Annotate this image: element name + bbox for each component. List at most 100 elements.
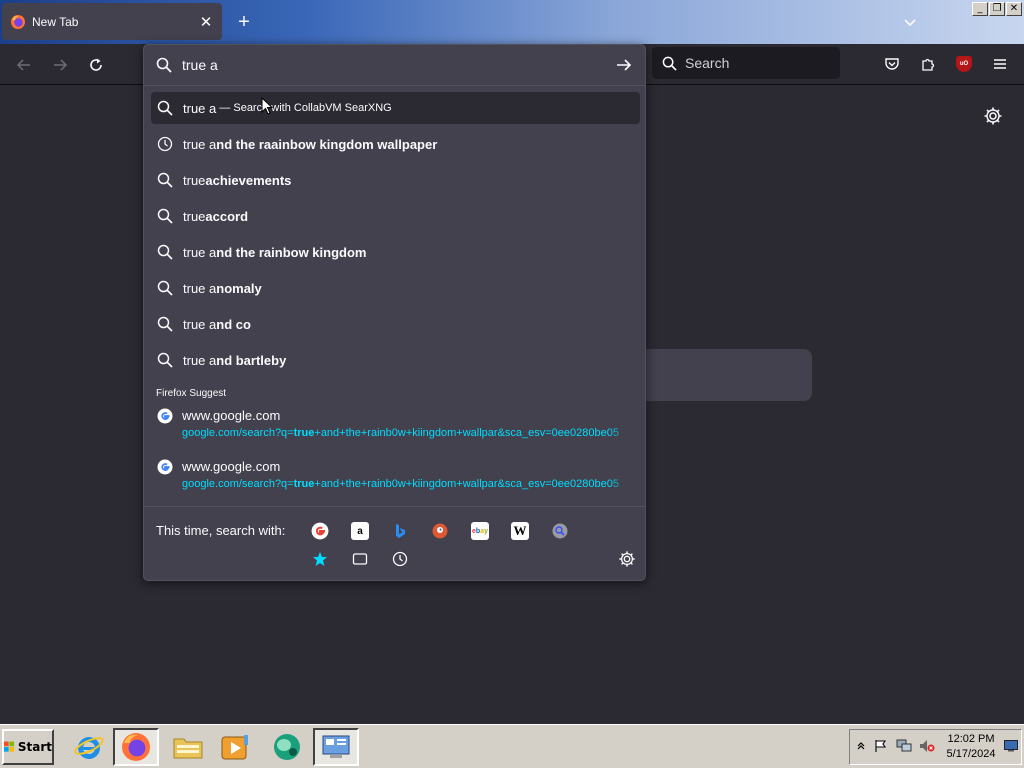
result-typed-text: true — [183, 208, 206, 224]
app-menu-button[interactable] — [989, 53, 1011, 75]
title-bar: New Tab ✕ + _ ❐ ✕ — [0, 0, 1024, 44]
ublock-origin-icon: uO — [956, 56, 972, 72]
page-search-box[interactable] — [620, 349, 812, 401]
search-bar[interactable]: Search — [652, 47, 840, 79]
reload-button[interactable] — [85, 54, 107, 76]
new-tab-button[interactable]: + — [232, 10, 256, 34]
tab-new-tab[interactable]: New Tab ✕ — [2, 3, 222, 40]
history-mode-button[interactable] — [391, 550, 409, 568]
google-icon — [311, 522, 329, 540]
minimize-button[interactable]: _ — [972, 2, 988, 16]
clock-date[interactable]: 5/17/2024 — [946, 748, 996, 760]
taskbar-internet-explorer[interactable] — [66, 728, 112, 766]
puzzle-icon — [922, 58, 935, 71]
ublock-button[interactable]: uO — [953, 53, 975, 75]
tab-title: New Tab — [32, 14, 79, 29]
network-icon[interactable] — [896, 738, 912, 754]
suggest-url: google.com/search?q=true+and+the+rainb0w… — [182, 478, 630, 490]
search-icon — [662, 56, 677, 71]
result-row[interactable]: true a nd co — [151, 308, 640, 340]
urlbar-input[interactable] — [182, 57, 615, 73]
engine-google[interactable] — [311, 522, 329, 540]
result-row[interactable]: true a nd the rainbow kingdom — [151, 236, 640, 268]
suggest-url-rest: +and+the+rainb0w+kiingdom+wallpar&sca_es… — [314, 427, 619, 439]
gear-icon[interactable] — [983, 106, 1003, 126]
taskbar-control-panel[interactable] — [313, 728, 359, 766]
hamburger-menu-icon — [994, 59, 1006, 69]
suggest-url: google.com/search?q=true+and+the+rainb0w… — [182, 427, 630, 439]
suggest-title: www.google.com — [182, 408, 281, 423]
suggest-item[interactable]: www.google.com google.com/search?q=true+… — [151, 404, 640, 450]
firefox-icon — [122, 733, 150, 761]
divider — [144, 506, 645, 507]
search-icon — [157, 316, 173, 332]
result-row[interactable]: true achievements — [151, 164, 640, 196]
go-arrow-icon[interactable] — [615, 56, 633, 74]
engine-duckduckgo[interactable] — [431, 522, 449, 540]
result-completion-text: accord — [205, 208, 249, 224]
result-typed-text: true a — [183, 280, 217, 296]
engine-searxng[interactable] — [551, 522, 569, 540]
explorer-folder-icon — [173, 738, 203, 759]
action-center-flag-icon[interactable] — [873, 738, 889, 754]
engine-bing[interactable] — [391, 522, 409, 540]
search-bar-placeholder: Search — [685, 55, 730, 71]
tabs-mode-button[interactable] — [351, 550, 369, 568]
internet-explorer-icon — [74, 737, 104, 759]
amazon-icon: a — [357, 525, 363, 537]
fade-overlay — [610, 427, 630, 439]
result-row[interactable]: true a nomaly — [151, 272, 640, 304]
restore-button[interactable]: ❐ — [989, 2, 1005, 16]
extensions-button[interactable] — [917, 53, 939, 75]
duckduckgo-icon — [432, 523, 448, 539]
searxng-icon — [552, 523, 568, 539]
engine-amazon[interactable]: a — [351, 522, 369, 540]
google-icon — [157, 408, 173, 424]
volume-muted-icon[interactable] — [919, 738, 935, 754]
result-completion-text: nomaly — [216, 280, 262, 296]
engine-ebay[interactable]: ebay — [471, 522, 489, 540]
result-row[interactable]: true a nd bartleby — [151, 344, 640, 376]
engine-wikipedia[interactable]: W — [511, 522, 529, 540]
search-icon — [157, 244, 173, 260]
result-completion-text: nd bartleby — [216, 352, 287, 368]
taskbar-media-player[interactable] — [212, 728, 258, 766]
close-icon[interactable]: ✕ — [198, 13, 214, 31]
control-panel-icon — [322, 735, 350, 758]
mouse-cursor-icon — [261, 97, 273, 115]
result-typed-text: true a — [183, 316, 217, 332]
chevron-up-icon[interactable] — [853, 738, 869, 754]
divider — [144, 85, 645, 86]
search-icon — [156, 57, 172, 73]
result-completion-text: nd co — [216, 316, 251, 332]
result-row[interactable]: true a nd the raainbow kingdom wallpaper — [151, 128, 640, 160]
bing-icon — [396, 524, 405, 538]
result-typed-text: true a — [183, 136, 217, 152]
taskbar: Start 12:02 PM 5/17/2024 — [0, 724, 1024, 768]
taskbar-firefox[interactable] — [113, 728, 159, 766]
bookmarks-mode-button[interactable] — [311, 550, 329, 568]
result-row[interactable]: true accord — [151, 200, 640, 232]
taskbar-explorer[interactable] — [165, 728, 211, 766]
suggest-title: www.google.com — [182, 459, 281, 474]
wikipedia-icon: W — [513, 523, 527, 538]
history-icon — [392, 551, 408, 567]
taskbar-app-globe[interactable] — [264, 728, 310, 766]
suggest-item[interactable]: www.google.com google.com/search?q=true+… — [151, 455, 640, 501]
close-window-button[interactable]: ✕ — [1006, 2, 1022, 16]
result-row[interactable]: true a — Search with CollabVM SearXNG — [151, 92, 640, 124]
start-label: Start — [17, 740, 52, 754]
start-button[interactable]: Start — [2, 729, 54, 765]
result-completion-text: nd the rainbow kingdom — [216, 244, 367, 260]
chevron-down-icon[interactable] — [900, 12, 920, 32]
suggest-url-match: true — [293, 478, 315, 490]
forward-button[interactable] — [49, 54, 71, 76]
back-button[interactable] — [13, 54, 35, 76]
history-icon — [157, 136, 173, 152]
pocket-button[interactable] — [881, 53, 903, 75]
clock-time[interactable]: 12:02 PM — [946, 733, 996, 745]
fade-overlay — [610, 478, 630, 490]
gear-icon[interactable] — [618, 550, 636, 568]
urlbar[interactable] — [144, 45, 645, 85]
show-desktop-icon[interactable] — [1003, 738, 1019, 754]
